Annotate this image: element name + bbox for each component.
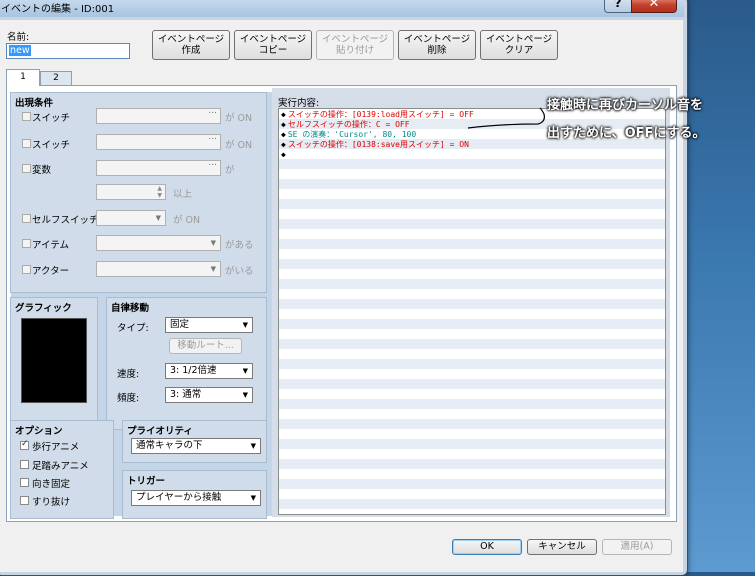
options-panel: オプション 歩行アニメ 足踏みアニメ 向き固定 すり抜け [10,420,114,519]
autonomous-title: 自律移動 [111,303,150,314]
actor-suffix: がいる [225,266,254,277]
actor-label: アクター [32,266,70,277]
list-item[interactable]: ◆ スイッチの操作：[0138:save用スイッチ] = ON [281,140,469,150]
ok-button[interactable]: OK [452,539,522,555]
priority-dropdown[interactable]: 通常キャラの下 ▼ [131,438,261,454]
speed-dropdown[interactable]: 3: 1/2倍速 ▼ [165,363,253,379]
self-switch-label: セルフスイッチ [32,215,99,226]
actor-checkbox[interactable] [22,265,31,274]
frequency-dropdown[interactable]: 3: 通常 ▼ [165,387,253,403]
variable-suffix2: 以上 [173,189,193,200]
type-dropdown[interactable]: 固定 ▼ [165,317,253,333]
stepping-anime-label: 足踏みアニメ [32,461,89,472]
type-label: タイプ: [117,323,149,334]
copy-page-button[interactable]: イベントページ コピー [234,30,312,60]
move-route-button[interactable]: 移動ルート... [169,338,242,354]
autonomous-panel: 自律移動 タイプ: 固定 ▼ 移動ルート... 速度: 3: 1/2倍速 ▼ 頻度:… [106,297,267,430]
cancel-button[interactable]: キャンセル [527,539,597,555]
title-bar[interactable]: イベントの編集 - ID:001 ? ✕ [0,0,684,17]
switch2-field[interactable]: ... [96,132,221,150]
graphic-title: グラフィック [15,303,72,314]
self-switch-checkbox[interactable] [22,214,31,223]
variable-label: 変数 [32,165,52,176]
delete-page-button[interactable]: イベントページ 削除 [398,30,476,60]
name-value: new [9,45,31,56]
help-button[interactable]: ? [604,0,632,13]
through-checkbox[interactable] [20,496,29,505]
direction-fix-label: 向き固定 [32,479,71,490]
commands-label: 実行内容: [278,98,320,109]
priority-title: プライオリティ [127,426,193,437]
direction-fix-checkbox[interactable] [20,478,29,487]
trigger-dropdown[interactable]: プレイヤーから接触 ▼ [131,490,261,506]
list-item-empty[interactable]: ◆ [281,150,288,160]
create-page-button[interactable]: イベントページ 作成 [152,30,230,60]
options-title: オプション [15,426,63,437]
conditions-title: 出現条件 [15,98,54,109]
list-item[interactable]: ◆ SE の演奏：'Cursor', 80, 100 [281,130,416,140]
name-field[interactable]: new [6,43,130,59]
item-suffix: がある [225,240,254,251]
list-item[interactable]: ◆ セルフスイッチの操作：C = OFF [281,120,410,130]
annotation-line1: 接触時に再びカーソル音を [547,98,704,113]
trigger-title: トリガー [127,476,166,487]
conditions-panel: 出現条件 スイッチ ... が ON スイッチ ... が ON 変数 ... … [10,92,267,293]
switch2-label: スイッチ [32,140,71,151]
self-switch-dropdown[interactable]: ▼ [96,210,166,226]
frequency-label: 頻度: [117,393,140,404]
switch1-suffix: が ON [225,113,253,124]
walking-anime-checkbox[interactable] [20,439,29,450]
window-title: イベントの編集 - ID:001 [1,4,115,15]
tab-page-1[interactable]: 1 [6,69,40,86]
annotation-line2: 出すために、OFFにする。 [547,126,706,141]
graphic-panel: グラフィック [10,297,98,430]
list-item[interactable]: ◆ スイッチの操作：[0139:load用スイッチ] = OFF [281,110,474,120]
self-switch-suffix: が ON [173,215,201,226]
variable-suffix: が [225,165,235,176]
clear-page-button[interactable]: イベントページ クリア [480,30,558,60]
stepping-anime-checkbox[interactable] [20,460,29,469]
variable-value-stepper[interactable]: ▲ ▼ [96,184,166,200]
paste-page-button[interactable]: イベントページ 貼り付け [316,30,394,60]
actor-dropdown[interactable]: ▼ [96,261,221,277]
switch2-checkbox[interactable] [22,139,31,148]
annotation-bracket [467,107,545,129]
trigger-panel: トリガー プレイヤーから接触 ▼ [122,470,267,519]
switch1-field[interactable]: ... [96,106,221,124]
variable-checkbox[interactable] [22,164,31,173]
through-label: すり抜け [32,497,71,508]
variable-field[interactable]: ... [96,158,221,176]
item-checkbox[interactable] [22,239,31,248]
graphic-preview[interactable] [21,318,87,403]
close-button[interactable]: ✕ [631,0,677,13]
switch1-checkbox[interactable] [22,112,31,121]
name-label: 名前: [7,32,30,43]
tab-page-2[interactable]: 2 [40,71,72,86]
command-list[interactable]: ◆ スイッチの操作：[0139:load用スイッチ] = OFF ◆ セルフスイッチ… [278,108,666,515]
item-dropdown[interactable]: ▼ [96,235,221,251]
item-label: アイテム [32,240,70,251]
switch2-suffix: が ON [225,140,253,151]
switch1-label: スイッチ [32,113,71,124]
priority-panel: プライオリティ 通常キャラの下 ▼ [122,420,267,463]
speed-label: 速度: [117,369,140,380]
apply-button[interactable]: 適用(A) [602,539,672,555]
walking-anime-label: 歩行アニメ [32,442,80,453]
